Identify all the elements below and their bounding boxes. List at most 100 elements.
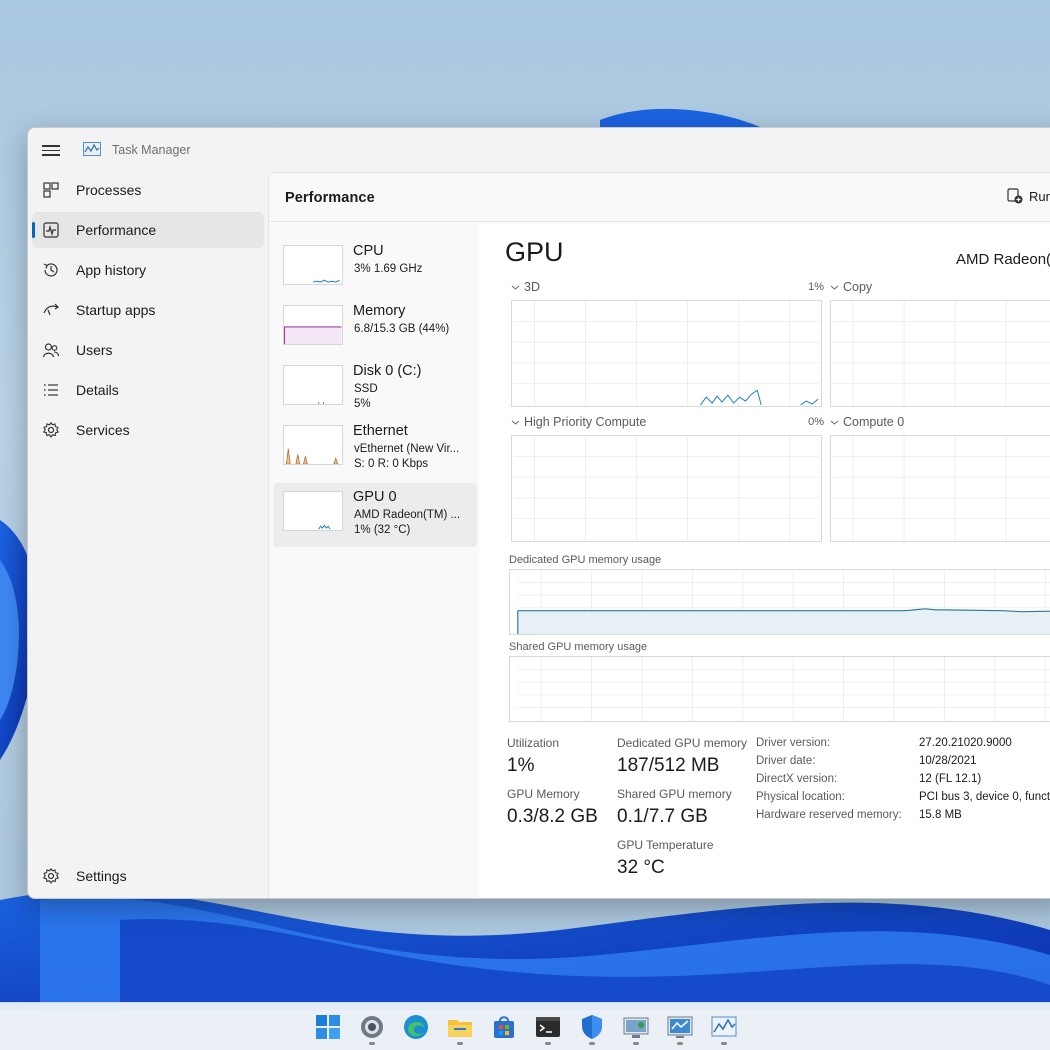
device-item-disk[interactable]: Disk 0 (C:) SSD 5% bbox=[273, 357, 477, 421]
gpu-model-name: AMD Radeon( bbox=[956, 251, 1050, 268]
device-name: GPU 0 bbox=[353, 489, 397, 505]
memory-thumbnail-graph bbox=[283, 305, 343, 345]
chevron-down-icon[interactable] bbox=[511, 283, 520, 292]
running-indicator bbox=[369, 1042, 375, 1045]
graph-compute-0 bbox=[830, 435, 1050, 542]
nav-item-label: Processes bbox=[76, 182, 142, 198]
device-detail: AMD Radeon(TM) ... bbox=[354, 509, 461, 521]
nav-item-label: Services bbox=[76, 422, 130, 438]
nav-item-label: Details bbox=[76, 382, 119, 398]
physical-location-label: Physical location: bbox=[756, 791, 845, 803]
utilization-label: Utilization bbox=[507, 736, 560, 750]
settings-gear-icon bbox=[42, 867, 60, 884]
nav-item-label: App history bbox=[76, 262, 147, 278]
device-item-ethernet[interactable]: Ethernet vEthernet (New Vir... S: 0 R: 0… bbox=[273, 417, 477, 481]
chevron-down-icon[interactable] bbox=[830, 283, 839, 292]
edge-icon[interactable] bbox=[402, 1013, 430, 1041]
run-button-label: Run bbox=[1029, 188, 1050, 204]
run-task-icon bbox=[1007, 188, 1023, 204]
device-item-gpu[interactable]: GPU 0 AMD Radeon(TM) ... 1% (32 °C) bbox=[273, 483, 477, 547]
page-header: Performance Run bbox=[269, 173, 1050, 222]
device-detail: SSD bbox=[354, 383, 378, 395]
graph-high-priority-compute bbox=[511, 435, 822, 542]
running-indicator bbox=[589, 1042, 595, 1045]
nav-item-label: Performance bbox=[76, 222, 157, 238]
driver-version-value: 27.20.21020.9000 bbox=[919, 737, 1012, 749]
store-icon[interactable] bbox=[490, 1013, 518, 1041]
engine-label-high-priority-compute: High Priority Compute bbox=[524, 415, 647, 429]
device-detail: vEthernet (New Vir... bbox=[354, 443, 460, 455]
network-monitor-icon[interactable] bbox=[666, 1013, 694, 1041]
nav-item-services[interactable]: Services bbox=[32, 412, 264, 448]
terminal-icon[interactable] bbox=[534, 1013, 562, 1041]
processes-icon bbox=[43, 182, 59, 198]
driver-date-label: Driver date: bbox=[756, 755, 816, 767]
details-icon bbox=[44, 384, 58, 396]
start-icon[interactable] bbox=[314, 1013, 342, 1041]
device-item-cpu[interactable]: CPU 3% 1.69 GHz bbox=[273, 237, 477, 301]
driver-date-value: 10/28/2021 bbox=[919, 755, 977, 767]
shared-memory-graph-label: Shared GPU memory usage bbox=[509, 641, 648, 653]
history-icon bbox=[43, 263, 58, 277]
device-detail-secondary: 5% bbox=[354, 398, 371, 410]
running-indicator bbox=[633, 1042, 639, 1045]
directx-version-value: 12 (FL 12.1) bbox=[919, 773, 982, 785]
chevron-down-icon[interactable] bbox=[511, 418, 520, 427]
task-manager-icon[interactable] bbox=[710, 1013, 738, 1041]
hardware-reserved-memory-label: Hardware reserved memory: bbox=[756, 809, 902, 821]
settings-icon[interactable] bbox=[358, 1013, 386, 1041]
shared-memory-label: Shared GPU memory bbox=[617, 787, 732, 801]
engine-label-compute-0: Compute 0 bbox=[843, 415, 905, 429]
device-detail-secondary: S: 0 R: 0 Kbps bbox=[354, 458, 429, 470]
shared-memory-value: 0.1/7.7 GB bbox=[617, 806, 708, 827]
app-title: Task Manager bbox=[112, 143, 191, 157]
performance-icon bbox=[43, 222, 59, 238]
device-detail: 6.8/15.3 GB (44%) bbox=[354, 323, 450, 335]
engine-label-copy: Copy bbox=[843, 280, 873, 294]
dedicated-memory-graph-label: Dedicated GPU memory usage bbox=[509, 554, 662, 566]
physical-location-value: PCI bus 3, device 0, funct bbox=[919, 791, 1050, 803]
ethernet-thumbnail-graph bbox=[283, 425, 343, 465]
security-icon[interactable] bbox=[578, 1013, 606, 1041]
nav-item-startup-apps[interactable]: Startup apps bbox=[32, 292, 264, 328]
device-name: CPU bbox=[353, 243, 384, 259]
graph-shared-memory bbox=[509, 656, 1050, 722]
device-list: CPU 3% 1.69 GHz Memory 6.8/15.3 GB (44%)… bbox=[269, 223, 479, 898]
file-explorer-icon[interactable] bbox=[446, 1013, 474, 1041]
users-icon bbox=[42, 343, 60, 358]
chevron-down-icon[interactable] bbox=[830, 418, 839, 427]
nav-item-performance[interactable]: Performance bbox=[32, 212, 264, 248]
services-gear-icon bbox=[42, 421, 60, 438]
run-new-task-button[interactable]: Run bbox=[1007, 188, 1050, 204]
nav-item-app-history[interactable]: App history bbox=[32, 252, 264, 288]
remote-desktop-icon[interactable] bbox=[622, 1013, 650, 1041]
engine-pct-3d: 1% bbox=[808, 281, 824, 293]
graph-3d bbox=[511, 300, 822, 407]
settings-label: Settings bbox=[76, 868, 127, 884]
hamburger-menu-icon[interactable] bbox=[42, 142, 60, 158]
device-name: Memory bbox=[353, 303, 406, 319]
taskbar bbox=[0, 1002, 1050, 1050]
engine-pct-high-priority-compute: 0% bbox=[808, 416, 824, 428]
title-bar: Task Manager bbox=[28, 128, 1050, 172]
driver-version-label: Driver version: bbox=[756, 737, 831, 749]
nav-item-label: Startup apps bbox=[76, 302, 156, 318]
nav-item-label: Users bbox=[76, 342, 113, 358]
cpu-thumbnail-graph bbox=[283, 245, 343, 285]
disk-thumbnail-graph bbox=[283, 365, 343, 405]
gpu-temperature-value: 32 °C bbox=[617, 857, 665, 878]
running-indicator bbox=[721, 1042, 727, 1045]
nav-item-details[interactable]: Details bbox=[32, 372, 264, 408]
nav-item-processes[interactable]: Processes bbox=[32, 172, 264, 208]
nav-item-settings[interactable]: Settings bbox=[32, 858, 264, 894]
device-name: Ethernet bbox=[353, 423, 408, 439]
device-item-memory[interactable]: Memory 6.8/15.3 GB (44%) bbox=[273, 297, 477, 361]
directx-version-label: DirectX version: bbox=[756, 773, 838, 785]
startup-icon bbox=[43, 303, 59, 316]
gpu-memory-label: GPU Memory bbox=[507, 787, 580, 801]
gpu-heading: GPU bbox=[505, 237, 564, 267]
running-indicator bbox=[677, 1042, 683, 1045]
sidebar-nav: Processes Performance App history Startu… bbox=[28, 172, 268, 898]
nav-item-users[interactable]: Users bbox=[32, 332, 264, 368]
dedicated-memory-label: Dedicated GPU memory bbox=[617, 736, 748, 750]
